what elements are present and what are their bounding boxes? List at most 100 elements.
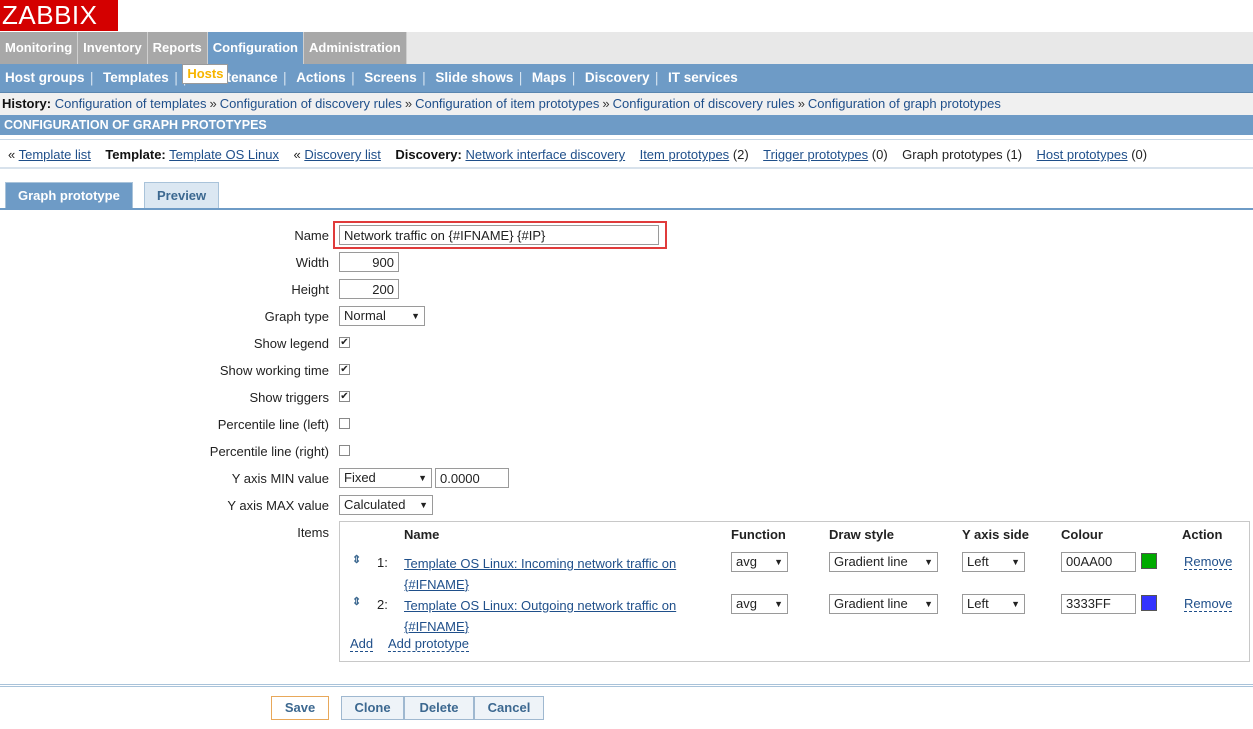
function-select[interactable]: avg ▼: [731, 552, 788, 572]
graph-prototype-form: Name Network traffic on {#IFNAME} {#IP} …: [0, 212, 1253, 682]
function-select[interactable]: avg ▼: [731, 594, 788, 614]
history-separator: »: [602, 96, 610, 111]
checkmark-icon: ✔: [340, 364, 349, 375]
menu-administration[interactable]: Administration: [304, 32, 407, 64]
add-item-link[interactable]: Add: [350, 637, 374, 652]
colour-input[interactable]: 3333FF: [1061, 594, 1136, 614]
show-triggers-row: Show triggers ✔: [0, 386, 1253, 410]
submenu-separator: |: [571, 71, 576, 86]
col-header-name: Name: [404, 527, 440, 542]
checkmark-icon: ✔: [340, 391, 349, 402]
form-footer: Save Clone Delete Cancel: [0, 684, 1253, 729]
history-item[interactable]: Configuration of templates: [55, 96, 207, 111]
submenu-discovery[interactable]: Discovery: [580, 70, 655, 85]
width-row: Width 900: [0, 251, 1253, 275]
submenu-it-services[interactable]: IT services: [663, 70, 743, 85]
submenu-actions[interactable]: Actions: [291, 70, 351, 85]
colour-input[interactable]: 00AA00: [1061, 552, 1136, 572]
show-triggers-label: Show triggers: [249, 390, 329, 405]
colour-swatch[interactable]: [1141, 553, 1157, 569]
submenu-separator: |: [173, 71, 179, 86]
remove-link[interactable]: Remove: [1184, 555, 1233, 570]
draw-style-select[interactable]: Gradient line ▼: [829, 594, 938, 614]
drag-handle-icon[interactable]: ⇕: [352, 595, 361, 608]
y-axis-side-select[interactable]: Left ▼: [962, 594, 1025, 614]
draw-style-select[interactable]: Gradient line ▼: [829, 552, 938, 572]
history-item[interactable]: Configuration of discovery rules: [613, 96, 795, 111]
history-bar: History: Configuration of templates» Conf…: [0, 93, 1253, 115]
menu-configuration[interactable]: Configuration: [207, 32, 305, 64]
remove-link[interactable]: Remove: [1184, 597, 1233, 612]
item-prototypes-link[interactable]: Item prototypes: [640, 147, 730, 162]
chevron-down-icon: ▼: [774, 557, 783, 567]
cancel-button[interactable]: Cancel: [474, 696, 544, 720]
y-min-label: Y axis MIN value: [231, 471, 329, 486]
submenu-separator: |: [89, 71, 94, 86]
delete-button[interactable]: Delete: [404, 696, 474, 720]
submenu-separator: |: [282, 71, 288, 86]
graph-prototypes-current: Graph prototypes (1): [902, 147, 1023, 162]
items-table: Name Function Draw style Y axis side Col…: [339, 521, 1250, 662]
y-max-type-select[interactable]: Calculated ▼: [339, 495, 433, 515]
items-label: Items: [297, 525, 329, 540]
y-min-type-value: Fixed: [344, 470, 376, 485]
show-triggers-checkbox[interactable]: ✔: [339, 391, 350, 402]
chevron-down-icon: ▼: [411, 311, 420, 321]
breadcrumb: « Template list Template: Template OS Li…: [0, 139, 1253, 169]
discovery-list-link[interactable]: Discovery list: [304, 147, 381, 162]
chevron-down-icon: ▼: [924, 557, 933, 567]
history-item[interactable]: Configuration of discovery rules: [220, 96, 402, 111]
save-button[interactable]: Save: [271, 696, 329, 720]
height-input[interactable]: 200: [339, 279, 399, 299]
width-label: Width: [295, 255, 329, 270]
history-item[interactable]: Configuration of item prototypes: [415, 96, 599, 111]
menu-inventory[interactable]: Inventory: [78, 32, 148, 64]
table-row: ⇕ 2: Template OS Linux: Outgoing network…: [340, 589, 1249, 634]
zabbix-logo[interactable]: ZABBIX: [0, 0, 118, 31]
name-label: Name: [294, 228, 329, 243]
discovery-name-link[interactable]: Network interface discovery: [465, 147, 625, 162]
item-name-link[interactable]: Template OS Linux: Outgoing network traf…: [404, 595, 704, 637]
submenu-templates[interactable]: Templates: [98, 70, 174, 85]
clone-button[interactable]: Clone: [341, 696, 404, 720]
percentile-right-label: Percentile line (right): [209, 444, 329, 459]
submenu-hosts[interactable]: Hosts: [182, 64, 229, 84]
col-header-function: Function: [731, 527, 786, 542]
submenu-host-groups[interactable]: Host groups: [0, 70, 90, 85]
tab-graph-prototype[interactable]: Graph prototype: [5, 182, 133, 209]
y-max-row: Y axis MAX value Calculated ▼: [0, 494, 1253, 518]
colour-swatch[interactable]: [1141, 595, 1157, 611]
chevron-down-icon: ▼: [1011, 557, 1020, 567]
y-min-value-input[interactable]: 0.0000: [435, 468, 509, 488]
history-separator: »: [404, 96, 413, 111]
host-prototypes-count: (0): [1131, 147, 1148, 162]
show-legend-checkbox[interactable]: ✔: [339, 337, 350, 348]
submenu-maps[interactable]: Maps: [527, 70, 572, 85]
menu-reports[interactable]: Reports: [147, 32, 208, 64]
submenu-separator: |: [654, 71, 659, 86]
menu-monitoring[interactable]: Monitoring: [0, 32, 79, 64]
graph-type-label: Graph type: [264, 309, 329, 324]
item-prototypes-count: (2): [732, 147, 749, 162]
y-axis-side-select[interactable]: Left ▼: [962, 552, 1025, 572]
template-name-link[interactable]: Template OS Linux: [169, 147, 279, 162]
show-working-time-checkbox[interactable]: ✔: [339, 364, 350, 375]
submenu-screens[interactable]: Screens: [359, 70, 422, 85]
history-label: History:: [2, 96, 52, 111]
width-input[interactable]: 900: [339, 252, 399, 272]
drag-handle-icon[interactable]: ⇕: [352, 553, 361, 566]
graph-type-select[interactable]: Normal ▼: [339, 306, 425, 326]
show-working-time-row: Show working time ✔: [0, 359, 1253, 383]
percentile-left-row: Percentile line (left): [0, 413, 1253, 437]
trigger-prototypes-link[interactable]: Trigger prototypes: [763, 147, 868, 162]
y-min-type-select[interactable]: Fixed ▼: [339, 468, 432, 488]
template-list-link[interactable]: Template list: [19, 147, 91, 162]
history-item[interactable]: Configuration of graph prototypes: [808, 96, 1001, 111]
submenu-slide-shows[interactable]: Slide shows: [430, 70, 518, 85]
chevron-down-icon: ▼: [1011, 599, 1020, 609]
tab-preview[interactable]: Preview: [144, 182, 220, 209]
host-prototypes-link[interactable]: Host prototypes: [1037, 147, 1128, 162]
add-prototype-link[interactable]: Add prototype: [388, 637, 469, 652]
percentile-right-checkbox[interactable]: [339, 445, 350, 456]
percentile-left-checkbox[interactable]: [339, 418, 350, 429]
